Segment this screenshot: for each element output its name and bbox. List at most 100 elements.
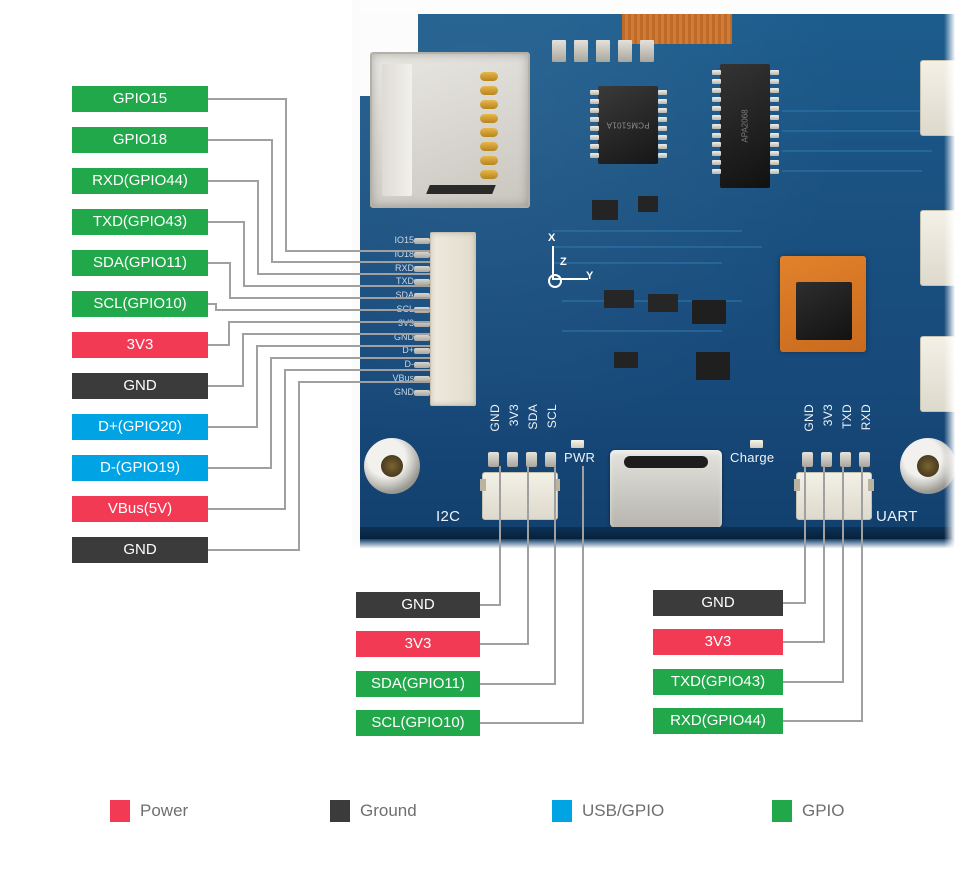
ic-pin-row (658, 90, 667, 162)
callout-fpc-6[interactable]: 3V3 (72, 332, 208, 358)
mounting-hole-left (364, 438, 420, 494)
fpc-silk-pin: D+ (402, 345, 414, 356)
callout-fpc-8[interactable]: D+(GPIO20) (72, 414, 208, 440)
fpc-silk-pin: SCL (396, 303, 414, 314)
axis-x-label: X (548, 232, 556, 244)
i2c-silk-3v3: 3V3 (507, 404, 521, 427)
fpc-connector[interactable] (430, 232, 476, 406)
legend-item-power: Power (110, 795, 188, 827)
uart-silk-3v3: 3V3 (821, 404, 835, 427)
pcb-trace (782, 130, 942, 132)
callout-i2c-0[interactable]: GND (356, 592, 480, 618)
ic-pin-row (590, 90, 599, 162)
callout-i2c-3[interactable]: SCL(GPIO10) (356, 710, 480, 736)
fpc-silk-pin: VBus (392, 372, 414, 383)
smd-component (648, 294, 678, 312)
smd-component (604, 290, 634, 308)
pwr-led-silk: PWR (564, 450, 596, 465)
i2c-connector[interactable] (480, 472, 560, 520)
legend-swatch-ground (330, 800, 350, 822)
fpc-silk-pin: SDA (395, 290, 414, 301)
callout-uart-3[interactable]: RXD(GPIO44) (653, 708, 783, 734)
smd-component (640, 40, 654, 62)
legend-label-usb: USB/GPIO (582, 801, 665, 820)
callout-fpc-5[interactable]: SCL(GPIO10) (72, 291, 208, 317)
uart-silk-gnd: GND (802, 404, 816, 432)
fpc-silk-pin: D- (404, 359, 415, 370)
uart-silk-rxd: RXD (859, 404, 873, 431)
callout-fpc-1[interactable]: GPIO18 (72, 127, 208, 153)
audio-dac-ic: PCM5101A (598, 86, 658, 164)
microsd-eject-tab (426, 185, 496, 194)
imu-flex-module (780, 256, 866, 352)
legend-swatch-gpio (772, 800, 792, 822)
axis-y-label: Y (586, 270, 594, 282)
callout-fpc-9[interactable]: D-(GPIO19) (72, 455, 208, 481)
microsd-lip (382, 64, 412, 196)
i2c-silk-gnd: GND (488, 404, 502, 432)
microsd-contacts (480, 72, 498, 188)
smd-component (574, 40, 588, 62)
i2c-silk-scl: SCL (545, 404, 559, 429)
legend: Power Ground USB/GPIO GPIO (0, 795, 960, 827)
audio-dac-marking: PCM5101A (606, 120, 650, 130)
fpc-silkscreen-labels: IO15 IO18 RXD TXD SDA SCL 3V3 GND D+ D- … (364, 236, 414, 402)
ic-pin-row (712, 70, 721, 178)
callout-fpc-10[interactable]: VBus(5V) (72, 496, 208, 522)
legend-item-ground: Ground (330, 795, 417, 827)
smd-component (692, 300, 726, 324)
smd-component (618, 40, 632, 62)
pinout-diagram: PCM5101A APA2068 IO15 IO18 RXD TXD SDA S… (0, 0, 960, 873)
board-bottom-edge (360, 527, 952, 539)
fpc-solder-pads (414, 238, 430, 404)
callout-i2c-2[interactable]: SDA(GPIO11) (356, 671, 480, 697)
usb-c-connector[interactable] (610, 450, 722, 528)
legend-swatch-power (110, 800, 130, 822)
smd-component (696, 352, 730, 380)
charge-led-silk: Charge (730, 450, 775, 465)
fpc-silk-pin: IO18 (394, 248, 414, 259)
desk-background-bottom (352, 539, 960, 555)
legend-swatch-usb (552, 800, 572, 822)
pcb-trace (782, 170, 922, 172)
pcb-trace (552, 230, 742, 232)
i2c-connector-silk: I2C (436, 508, 461, 525)
microsd-card-slot[interactable] (370, 52, 530, 208)
i2c-silk-sda: SDA (526, 404, 540, 430)
smd-component (638, 196, 658, 212)
fpc-silk-pin: TXD (396, 276, 414, 287)
legend-label-gpio: GPIO (802, 801, 845, 820)
pcb-trace (782, 150, 932, 152)
fpc-silk-pin: GND (394, 386, 414, 397)
fpc-silk-pin: 3V3 (397, 317, 414, 328)
fpc-silk-pin: RXD (394, 262, 414, 273)
callout-i2c-1[interactable]: 3V3 (356, 631, 480, 657)
smd-component (552, 40, 566, 62)
ic-pin-row (770, 70, 779, 178)
power-led (571, 440, 584, 448)
axis-orientation-indicator: X Y Z (538, 232, 594, 294)
board-photo: PCM5101A APA2068 IO15 IO18 RXD TXD SDA S… (352, 0, 960, 555)
smd-component (596, 40, 610, 62)
callout-uart-1[interactable]: 3V3 (653, 629, 783, 655)
callout-fpc-3[interactable]: TXD(GPIO43) (72, 209, 208, 235)
callout-uart-2[interactable]: TXD(GPIO43) (653, 669, 783, 695)
callout-fpc-2[interactable]: RXD(GPIO44) (72, 168, 208, 194)
callout-fpc-11[interactable]: GND (72, 537, 208, 563)
smd-component (614, 352, 638, 368)
callout-fpc-7[interactable]: GND (72, 373, 208, 399)
audio-amp-marking: APA2068 (740, 109, 750, 143)
callout-uart-0[interactable]: GND (653, 590, 783, 616)
smd-component (592, 200, 618, 220)
callout-fpc-4[interactable]: SDA(GPIO11) (72, 250, 208, 276)
imu-qfn-chip (796, 282, 852, 340)
charge-led (750, 440, 763, 448)
pcb-trace (782, 110, 932, 112)
uart-silk-txd: TXD (840, 404, 854, 429)
callout-fpc-0[interactable]: GPIO15 (72, 86, 208, 112)
legend-item-usb: USB/GPIO (552, 795, 664, 827)
legend-label-ground: Ground (360, 801, 417, 820)
fpc-silk-pin: GND (394, 331, 414, 342)
uart-connector[interactable] (794, 472, 874, 520)
fpc-silk-pin: IO15 (394, 235, 414, 245)
